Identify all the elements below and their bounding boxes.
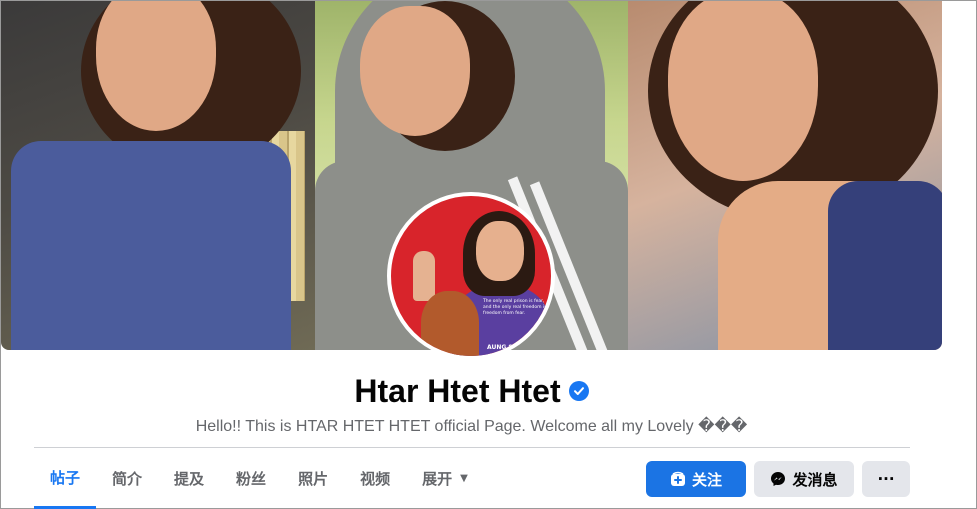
message-button[interactable]: 发消息 xyxy=(754,461,854,497)
cover-photo-left xyxy=(1,1,315,350)
avatar-caption-name: AUNG SAN SU KYI xyxy=(487,344,547,351)
tab-mentions[interactable]: 提及 xyxy=(158,449,220,507)
tab-label: 视频 xyxy=(360,469,391,488)
message-label: 发消息 xyxy=(792,470,838,489)
follow-plus-icon xyxy=(670,471,686,487)
tab-followers[interactable]: 粉丝 xyxy=(220,449,282,507)
tab-about[interactable]: 简介 xyxy=(96,449,158,507)
verified-badge-icon[interactable] xyxy=(568,380,589,401)
tab-photos[interactable]: 照片 xyxy=(282,449,344,507)
follow-button[interactable]: 关注 xyxy=(646,461,746,497)
tab-label: 展开 xyxy=(422,469,453,488)
avatar-portrait-art xyxy=(421,291,479,356)
follow-label: 关注 xyxy=(691,470,722,489)
tab-more[interactable]: 展开 ▼ xyxy=(406,449,484,507)
tab-label: 帖子 xyxy=(50,469,81,487)
avatar-quote: The only real prison is fear, and the on… xyxy=(483,299,547,316)
top-image xyxy=(828,181,942,350)
page-title[interactable]: Htar Htet Htet xyxy=(354,373,560,409)
profile-tabs: 帖子 简介 提及 粉丝 照片 视频 展开 ▼ xyxy=(34,449,484,509)
tab-videos[interactable]: 视频 xyxy=(344,449,406,507)
shirt-image xyxy=(11,141,291,350)
face-image xyxy=(360,6,470,136)
more-dots-icon[interactable]: ··· xyxy=(862,461,910,497)
divider xyxy=(34,447,910,448)
profile-bio: Hello!! This is HTAR HTET HTET official … xyxy=(195,418,748,435)
messenger-icon xyxy=(770,471,786,487)
profile-avatar[interactable]: The only real prison is fear, and the on… xyxy=(387,192,555,360)
cover-photo-right xyxy=(628,1,942,350)
tab-label: 照片 xyxy=(298,469,329,488)
avatar-hand-salute xyxy=(413,251,435,301)
tab-label: 粉丝 xyxy=(236,469,267,488)
tab-posts[interactable]: 帖子 xyxy=(34,449,97,509)
profile-name-row: Htar Htet Htet xyxy=(1,373,942,410)
tab-label: 提及 xyxy=(174,469,205,488)
caret-down-icon: ▼ xyxy=(460,472,468,484)
avatar-face xyxy=(476,221,524,281)
more-label: ··· xyxy=(877,470,895,488)
tab-label: 简介 xyxy=(112,469,143,488)
